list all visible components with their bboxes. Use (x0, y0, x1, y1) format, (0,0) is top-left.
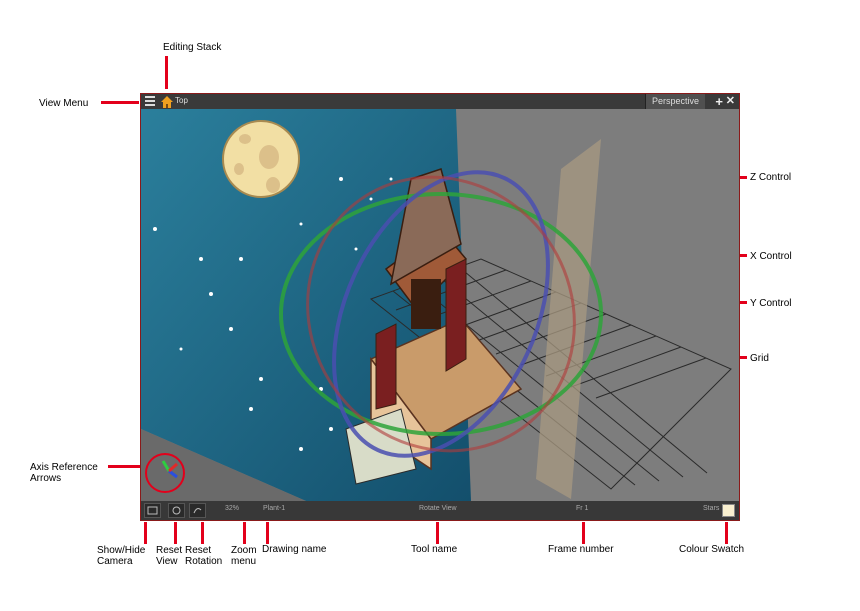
view-menu-icon[interactable] (145, 96, 155, 106)
view-top-bar: Top Perspective + ✕ (141, 94, 739, 110)
callout-line-editing-stack (165, 56, 168, 89)
callout-line-reset-view (174, 522, 177, 544)
callout-line-view-menu (101, 101, 139, 104)
tool-name: Rotate View (419, 505, 457, 512)
callout-line-zoom (243, 522, 246, 544)
reset-view-icon[interactable] (168, 503, 185, 518)
callout-line-drawing-name (266, 522, 269, 544)
colour-swatch[interactable] (722, 504, 735, 517)
callout-zoom-menu: Zoom menu (229, 544, 259, 568)
drawing-name: Plant-1 (263, 505, 286, 512)
callout-frame-number: Frame number (546, 543, 622, 556)
callout-view-menu: View Menu (37, 97, 101, 119)
callout-drawing-name: Drawing name (260, 543, 342, 556)
callout-show-hide-camera: Show/Hide Camera (95, 544, 148, 568)
close-icon[interactable]: ✕ (726, 95, 735, 108)
callout-editing-stack: Editing Stack (161, 41, 224, 54)
callout-line-camera (144, 522, 147, 544)
editing-stack-label[interactable]: Top (175, 96, 188, 105)
zoom-menu[interactable]: 32% (225, 505, 239, 512)
callout-line-tool-name (436, 522, 439, 544)
scene-canvas (141, 109, 739, 501)
status-bar: 32% Plant-1 Rotate View Fr 1 Stars (141, 501, 739, 520)
callout-line-colour-swatch (725, 522, 728, 544)
callout-reset-rotation: Reset Rotation (183, 544, 225, 568)
home-icon[interactable] (161, 95, 173, 108)
callout-x-control: X Control (748, 250, 828, 263)
tab-perspective[interactable]: Perspective (644, 94, 705, 109)
callout-y-control: Y Control (748, 297, 828, 310)
swatch-name: Stars (703, 505, 720, 512)
callout-tool-name: Tool name (409, 543, 469, 556)
callout-z-control: Z Control (748, 171, 828, 184)
callout-colour-swatch: Colour Swatch (677, 543, 757, 556)
3d-viewport[interactable] (141, 109, 739, 501)
axis-reference-highlight (145, 453, 185, 493)
perspective-view-window: Top Perspective + ✕ 32% Plant-1 Rotate V… (140, 93, 740, 521)
frame-number: Fr 1 (576, 505, 589, 512)
callout-grid: Grid (748, 352, 828, 365)
callout-line-frame-number (582, 522, 585, 544)
add-icon[interactable]: + (715, 95, 723, 108)
reset-rotation-icon[interactable] (189, 503, 206, 518)
callout-reset-view: Reset View (154, 544, 185, 568)
callout-line-reset-rotation (201, 522, 204, 544)
callout-axis-reference: Axis Reference Arrows (28, 461, 110, 485)
moon-illustration (222, 120, 300, 198)
camera-icon[interactable] (144, 503, 161, 518)
